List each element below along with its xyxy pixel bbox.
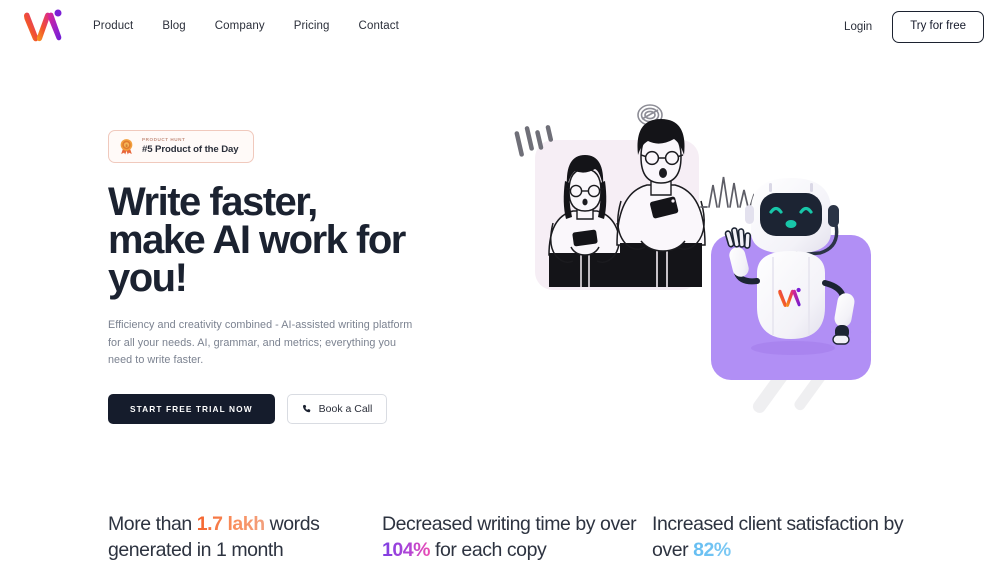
nav-link-pricing[interactable]: Pricing [294,19,330,33]
page-title: Write faster, make AI work for you! [108,180,406,300]
badge-title: #5 Product of the Day [142,144,239,155]
stats-row: More than 1.7 lakh words generated in 1 … [108,511,948,563]
stat-item: Decreased writing time by over 104% for … [382,511,652,563]
stat-item: Increased client satisfaction by over 82… [652,511,932,563]
hero-content: 5 PRODUCT HUNT #5 Product of the Day Wri… [108,130,438,424]
nav-link-company[interactable]: Company [215,19,265,33]
book-a-call-label: Book a Call [318,402,373,415]
product-hunt-badge[interactable]: 5 PRODUCT HUNT #5 Product of the Day [108,130,254,163]
start-free-trial-button[interactable]: START FREE TRIAL NOW [108,393,275,424]
stat-prefix: Increased client satisfaction by over [652,513,904,561]
stat-prefix: Decreased writing time by over [382,513,637,535]
stat-suffix: for each copy [430,539,547,561]
phone-icon [302,404,310,412]
stat-prefix: More than [108,513,197,535]
stat-highlight: 1.7 lakh [196,513,265,535]
stat-item: More than 1.7 lakh words generated in 1 … [108,511,382,563]
nav-link-blog[interactable]: Blog [162,19,185,33]
try-for-free-button[interactable]: Try for free [892,11,984,43]
svg-text:5: 5 [125,144,127,148]
medal-icon: 5 [120,139,133,155]
cta-row: START FREE TRIAL NOW Book a Call [108,393,438,424]
hero-subtitle: Efficiency and creativity combined - AI-… [108,319,413,366]
login-link[interactable]: Login [844,20,872,34]
landing-page: Product Blog Company Pricing Contact Log… [0,0,1000,563]
badge-kicker: PRODUCT HUNT [142,137,186,142]
people-and-robot-illustration [505,95,925,425]
book-a-call-button[interactable]: Book a Call [286,393,388,424]
stat-highlight: 104% [382,539,431,561]
nav-actions: Login Try for free [844,11,984,43]
nav-link-product[interactable]: Product [93,19,133,33]
writeai-logo[interactable] [22,8,64,44]
nav-link-contact[interactable]: Contact [359,19,399,33]
stat-highlight: 82% [693,539,731,561]
nav-links: Product Blog Company Pricing Contact [93,19,399,33]
navbar: Product Blog Company Pricing Contact Log… [0,0,1000,52]
